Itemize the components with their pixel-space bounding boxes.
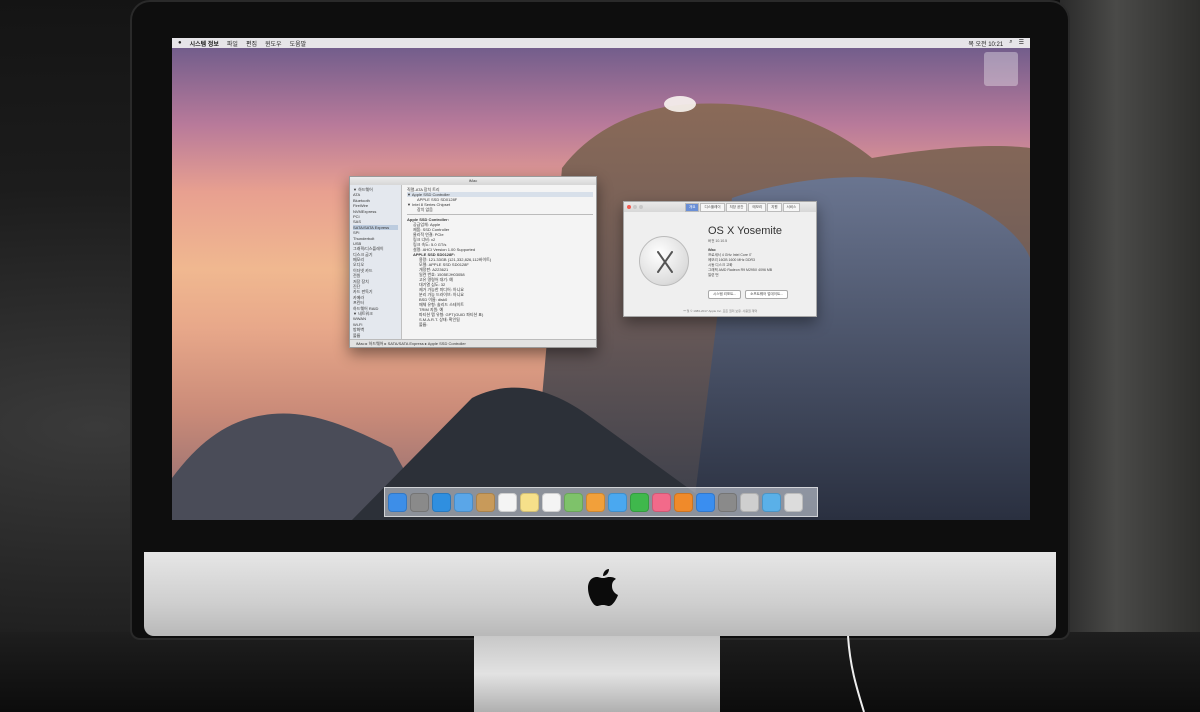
- tab-overview[interactable]: 개요: [685, 202, 700, 212]
- dock: [384, 487, 818, 517]
- tab-memory[interactable]: 메모리: [748, 202, 767, 212]
- safari-icon[interactable]: [432, 492, 451, 512]
- calendar-icon[interactable]: [498, 492, 517, 512]
- imac-stand: [474, 636, 720, 712]
- detail-row: 볼륨:: [419, 322, 428, 327]
- contacts-icon[interactable]: [476, 492, 495, 512]
- spotlight-icon[interactable]: ⌕: [1009, 39, 1012, 48]
- facetime-icon[interactable]: [630, 492, 649, 512]
- mail-icon[interactable]: [454, 492, 473, 512]
- imac-screen: ● 시스템 정보 파일 편집 윈도우 도움말 목 오전 10:21 ⌕ ☰ iM…: [172, 38, 1030, 520]
- ibooks-icon[interactable]: [674, 492, 693, 512]
- minimize-button[interactable]: [633, 205, 637, 209]
- os-version: 버전 10.10.5: [708, 239, 728, 243]
- tab-support[interactable]: 지원: [767, 202, 782, 212]
- os-name: OS X Yosemite: [708, 225, 782, 237]
- software-update-button[interactable]: 소프트웨어 업데이트...: [745, 290, 789, 299]
- spec-row: 일련 번: [708, 273, 719, 277]
- zoom-button[interactable]: [639, 205, 643, 209]
- itunes-icon[interactable]: [652, 492, 671, 512]
- menu-edit[interactable]: 편집: [246, 39, 257, 48]
- downloads-folder-icon[interactable]: [762, 492, 781, 512]
- tab-storage[interactable]: 저장 공간: [725, 202, 748, 212]
- room-right-wall: [1060, 0, 1200, 712]
- notification-center-icon[interactable]: ☰: [1019, 39, 1024, 48]
- notification-panel: [984, 52, 1018, 86]
- sysinfo-titlebar[interactable]: iMac: [350, 177, 596, 185]
- notes-icon[interactable]: [520, 492, 539, 512]
- power-cable: [847, 636, 865, 712]
- copyright-text: ™ 및 © 1983-2017 Apple Inc. 모든 권리 보유. 사용권…: [682, 309, 758, 313]
- usb-drive-icon[interactable]: [740, 492, 759, 512]
- about-buttons: 시스템 리포트... 소프트웨어 업데이트...: [708, 290, 789, 299]
- about-this-mac-window: 개요 디스플레이 저장 공간 메모리 지원 서비스 OS X Yosemite …: [623, 201, 817, 317]
- divider: [407, 214, 593, 215]
- system-report-button[interactable]: 시스템 리포트...: [708, 290, 742, 299]
- sidebar-item[interactable]: 볼륨: [353, 333, 398, 338]
- menu-help[interactable]: 도움말: [290, 39, 307, 48]
- trash-icon[interactable]: [784, 492, 803, 512]
- messages-icon[interactable]: [608, 492, 627, 512]
- menu-window[interactable]: 윈도우: [265, 39, 282, 48]
- app-store-icon[interactable]: [696, 492, 715, 512]
- photos-icon[interactable]: [586, 492, 605, 512]
- sysinfo-sidebar: ▼ 하드웨어 ATA Bluetooth FireWire NVMExpress…: [350, 185, 402, 339]
- maps-icon[interactable]: [564, 492, 583, 512]
- tree-row[interactable]: 장치 없음: [407, 207, 593, 212]
- tab-displays[interactable]: 디스플레이: [700, 202, 725, 212]
- menu-clock[interactable]: 목 오전 10:21: [968, 39, 1003, 48]
- sysinfo-breadcrumb: iMac ▸ 하드웨어 ▸ SATA/SATA Express ▸ Apple …: [350, 339, 596, 347]
- about-tabs: 개요 디스플레이 저장 공간 메모리 지원 서비스: [685, 202, 801, 212]
- menu-file[interactable]: 파일: [227, 39, 238, 48]
- os-x-logo-icon: [639, 236, 689, 286]
- apple-logo-icon: [588, 569, 618, 606]
- menu-app-name[interactable]: 시스템 정보: [190, 39, 219, 48]
- reminders-icon[interactable]: [542, 492, 561, 512]
- sysinfo-content: 직렬-ATA 장치 트리 ▼ Apple SSD Controller APPL…: [404, 185, 596, 339]
- finder-icon[interactable]: [388, 492, 407, 512]
- spec-list: iMac 프로세서 4 GHz Intel Core i7 메모리 16GB 1…: [708, 248, 812, 278]
- apple-menu-icon[interactable]: ●: [178, 40, 182, 46]
- about-titlebar: 개요 디스플레이 저장 공간 메모리 지원 서비스: [624, 202, 816, 212]
- system-preferences-icon[interactable]: [718, 492, 737, 512]
- tab-service[interactable]: 서비스: [782, 202, 801, 212]
- close-button[interactable]: [627, 205, 631, 209]
- menu-bar: ● 시스템 정보 파일 편집 윈도우 도움말 목 오전 10:21 ⌕ ☰: [172, 38, 1030, 48]
- system-information-window: iMac ▼ 하드웨어 ATA Bluetooth FireWire NVMEx…: [349, 176, 597, 348]
- yosemite-wallpaper: [172, 96, 1030, 520]
- launchpad-icon[interactable]: [410, 492, 429, 512]
